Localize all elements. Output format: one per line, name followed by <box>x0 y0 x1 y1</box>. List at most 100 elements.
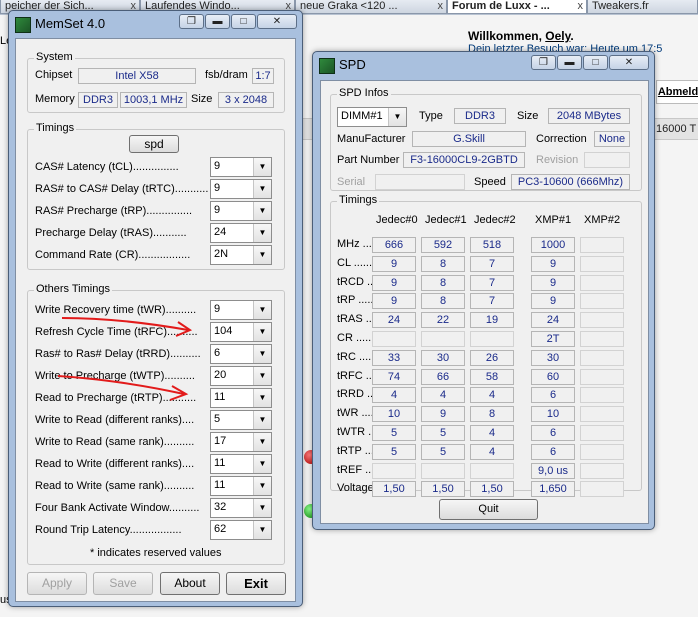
spd-column-header: XMP#1 <box>535 214 572 226</box>
timings-group-title: Timings <box>34 122 77 134</box>
chevron-down-icon[interactable]: ▼ <box>253 246 271 264</box>
spd-value-cell: 74 <box>372 368 416 385</box>
spd-value-cell <box>421 331 465 347</box>
timing-select[interactable]: 9 ▼ <box>210 179 272 199</box>
chevron-down-icon[interactable]: ▼ <box>388 108 406 126</box>
spd-value-cell <box>580 349 624 366</box>
timing-select[interactable]: 2N ▼ <box>210 245 272 265</box>
spd-button[interactable]: spd <box>129 135 179 153</box>
restore-icon[interactable]: ❐ <box>531 55 556 70</box>
chevron-down-icon[interactable]: ▼ <box>253 158 271 176</box>
tab-label: Tweakers.fr <box>592 0 649 12</box>
save-button[interactable]: Save <box>93 572 153 595</box>
fsb-value: 1:7 <box>252 68 274 84</box>
spd-titlebar[interactable]: SPD ❐ ▬ □ ✕ <box>313 52 654 78</box>
spd-value-cell: 7 <box>470 293 514 310</box>
welcome-user-link[interactable]: Oely <box>545 29 570 43</box>
size-value: 2048 MBytes <box>548 108 630 124</box>
browser-tab-3[interactable]: neue Graka <120 ... x <box>295 0 447 14</box>
maximize-icon[interactable]: □ <box>583 55 608 70</box>
minimize-icon[interactable]: ▬ <box>557 55 582 70</box>
other-timing-label: Read to Precharge (tRTP)........... <box>35 392 197 404</box>
spd-timings-group: Timings Jedec#0 Jedec#1 Jedec#2 XMP#1 XMP#2 M… <box>330 194 642 498</box>
timing-select[interactable]: 24 ▼ <box>210 223 272 243</box>
other-timing-select[interactable]: 5 ▼ <box>210 410 272 430</box>
size-label: Size <box>517 110 539 122</box>
exit-button[interactable]: Exit <box>226 572 286 595</box>
other-timing-select[interactable]: 17 ▼ <box>210 432 272 452</box>
other-timing-value: 11 <box>214 479 226 491</box>
chevron-down-icon[interactable]: ▼ <box>253 367 271 385</box>
dimm-select[interactable]: DIMM#1 ▼ <box>337 107 407 127</box>
others-timings-group: Others Timings Write Recovery time (tWR)… <box>27 283 285 565</box>
timing-select[interactable]: 9 ▼ <box>210 157 272 177</box>
spd-value-cell: 60 <box>531 368 575 385</box>
chevron-down-icon[interactable]: ▼ <box>253 433 271 451</box>
other-timing-select[interactable]: 20 ▼ <box>210 366 272 386</box>
apply-button[interactable]: Apply <box>27 572 87 595</box>
chevron-down-icon[interactable]: ▼ <box>253 323 271 341</box>
maximize-icon[interactable]: □ <box>231 14 256 29</box>
chevron-down-icon[interactable]: ▼ <box>253 499 271 517</box>
timing-select[interactable]: 9 ▼ <box>210 201 272 221</box>
correction-label: Correction <box>536 133 587 145</box>
tab-close-icon[interactable]: x <box>578 0 584 13</box>
spd-row-label: Voltage <box>337 482 374 495</box>
correction-value: None <box>594 131 630 147</box>
browser-tab-4[interactable]: Forum de Luxx - ... x <box>447 0 587 14</box>
spd-value-cell: 5 <box>372 443 416 460</box>
other-timing-select[interactable]: 62 ▼ <box>210 520 272 540</box>
spd-value-cell: 4 <box>470 425 514 441</box>
browser-tab-5[interactable]: Tweakers.fr <box>587 0 698 14</box>
timing-select-value: 9 <box>214 160 221 172</box>
spd-value-cell <box>580 481 624 498</box>
minimize-icon[interactable]: ▬ <box>205 14 230 29</box>
spd-value-cell: 22 <box>421 312 465 329</box>
spd-value-cell <box>470 331 514 347</box>
about-button[interactable]: About <box>160 572 220 595</box>
reserved-values-note: * indicates reserved values <box>90 547 222 559</box>
chevron-down-icon[interactable]: ▼ <box>253 345 271 363</box>
logout-link[interactable]: Abmeld <box>656 80 698 104</box>
spd-value-cell: 9 <box>372 293 416 310</box>
welcome-suffix: . <box>570 29 574 43</box>
chevron-down-icon[interactable]: ▼ <box>253 455 271 473</box>
chevron-down-icon[interactable]: ▼ <box>253 202 271 220</box>
spd-infos-group-title: SPD Infos <box>337 87 391 99</box>
spd-value-cell <box>580 237 624 253</box>
restore-icon[interactable]: ❐ <box>179 14 204 29</box>
other-timing-value: 20 <box>214 369 227 381</box>
speed-value: PC3-10600 (666Mhz) <box>511 174 630 190</box>
tab-close-icon[interactable]: x <box>438 0 444 13</box>
other-timing-select[interactable]: 11 ▼ <box>210 388 272 408</box>
other-timing-select[interactable]: 9 ▼ <box>210 300 272 320</box>
chevron-down-icon[interactable]: ▼ <box>253 389 271 407</box>
spd-value-cell <box>470 462 514 479</box>
chevron-down-icon[interactable]: ▼ <box>253 521 271 539</box>
system-group: System Chipset Intel X58 fsb/dram 1:7 Me… <box>27 51 285 113</box>
spd-value-cell: 6 <box>531 443 575 460</box>
close-icon[interactable]: ✕ <box>257 14 297 29</box>
memset-titlebar[interactable]: MemSet 4.0 ❐ ▬ □ ✕ <box>9 11 302 37</box>
other-timing-label: Round Trip Latency................. <box>35 524 182 536</box>
other-timing-select[interactable]: 11 ▼ <box>210 454 272 474</box>
other-timing-select[interactable]: 104 ▼ <box>210 322 272 342</box>
memset-body: System Chipset Intel X58 fsb/dram 1:7 Me… <box>15 38 296 602</box>
spd-value-cell: 666 <box>372 237 416 253</box>
chevron-down-icon[interactable]: ▼ <box>253 180 271 198</box>
revision-label: Revision <box>536 154 579 166</box>
timing-label: Precharge Delay (tRAS)........... <box>35 227 187 239</box>
other-timing-select[interactable]: 11 ▼ <box>210 476 272 496</box>
chevron-down-icon[interactable]: ▼ <box>253 224 271 242</box>
chevron-down-icon[interactable]: ▼ <box>253 477 271 495</box>
close-icon[interactable]: ✕ <box>609 55 649 70</box>
spd-infos-group: SPD Infos DIMM#1 ▼ Type DDR3 Size 2048 MB… <box>330 87 642 191</box>
spd-value-cell: 7 <box>470 274 514 291</box>
spd-value-cell: 1,50 <box>421 481 465 498</box>
other-timing-select[interactable]: 32 ▼ <box>210 498 272 518</box>
chevron-down-icon[interactable]: ▼ <box>253 411 271 429</box>
chevron-down-icon[interactable]: ▼ <box>253 301 271 319</box>
quit-button[interactable]: Quit <box>439 499 538 520</box>
spd-value-cell: 5 <box>421 425 465 441</box>
other-timing-select[interactable]: 6 ▼ <box>210 344 272 364</box>
